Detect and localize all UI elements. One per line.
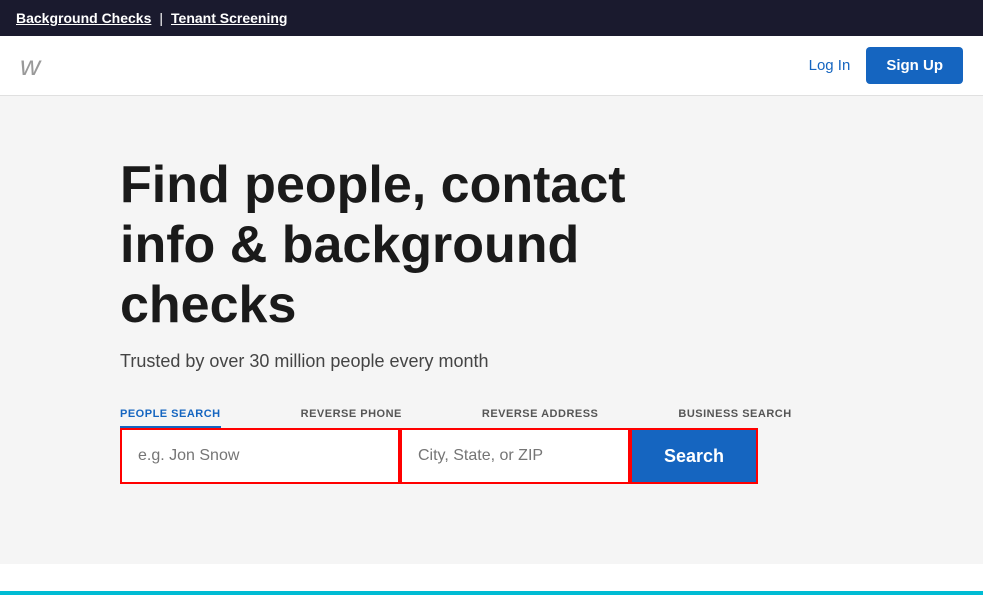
bottom-progress-bar: [0, 591, 983, 595]
header-actions: Log In Sign Up: [809, 47, 963, 84]
top-bar: Background Checks | Tenant Screening: [0, 0, 983, 36]
background-checks-link[interactable]: Background Checks: [16, 10, 151, 26]
search-button[interactable]: Search: [630, 428, 758, 484]
header: w Log In Sign Up: [0, 36, 983, 96]
hero-title: Find people, contact info & background c…: [120, 156, 720, 335]
search-tabs: PEOPLE SEARCH REVERSE PHONE REVERSE ADDR…: [120, 408, 983, 428]
name-search-input[interactable]: [120, 428, 400, 484]
signup-button[interactable]: Sign Up: [866, 47, 963, 84]
login-link[interactable]: Log In: [809, 57, 851, 74]
search-section: PEOPLE SEARCH REVERSE PHONE REVERSE ADDR…: [120, 408, 983, 484]
logo: w: [20, 50, 40, 82]
tab-people-search[interactable]: PEOPLE SEARCH: [120, 408, 221, 428]
location-search-input[interactable]: [400, 428, 630, 484]
tenant-screening-link[interactable]: Tenant Screening: [171, 10, 287, 26]
search-inputs-row: Search: [120, 428, 983, 484]
top-bar-divider: |: [159, 10, 163, 26]
hero-section: Find people, contact info & background c…: [0, 96, 983, 564]
hero-subtitle: Trusted by over 30 million people every …: [120, 351, 983, 372]
tab-reverse-address[interactable]: REVERSE ADDRESS: [482, 408, 599, 428]
tab-reverse-phone[interactable]: REVERSE PHONE: [301, 408, 402, 428]
tab-business-search[interactable]: BUSINESS SEARCH: [678, 408, 791, 428]
